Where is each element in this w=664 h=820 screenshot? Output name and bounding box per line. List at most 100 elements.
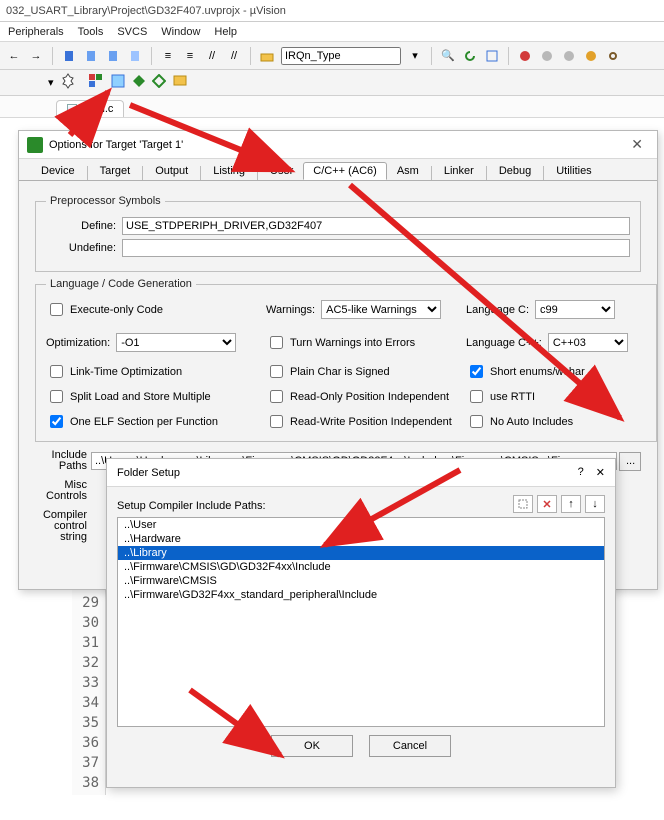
tab-linker[interactable]: Linker (434, 162, 484, 180)
config-icon[interactable] (484, 48, 500, 64)
menu-tools[interactable]: Tools (78, 26, 104, 38)
list-item[interactable]: ..\Firmware\CMSIS\GD\GD32F4xx\Include (118, 560, 604, 574)
close-icon[interactable]: ✕ (596, 466, 605, 479)
comment-icon[interactable]: // (204, 48, 220, 64)
warnings-label: Warnings: (266, 304, 315, 316)
split-load-checkbox[interactable]: Split Load and Store Multiple (46, 387, 266, 406)
bookmark-set-icon[interactable] (61, 48, 77, 64)
list-item[interactable]: ..\Library (118, 546, 604, 560)
short-enums-checkbox[interactable]: Short enums/wchar (466, 362, 646, 381)
readonly-pi-checkbox[interactable]: Read-Only Position Independent (266, 387, 466, 406)
toolbar-main: ← → ≡ ≡ // // ▾ 🔍 (0, 42, 664, 70)
help-icon[interactable]: ? (578, 466, 584, 479)
define-input[interactable] (122, 217, 630, 235)
tab-utilities[interactable]: Utilities (546, 162, 601, 180)
plain-char-checkbox[interactable]: Plain Char is Signed (266, 362, 466, 381)
rebuild-icon[interactable] (152, 74, 166, 91)
options-dialog-titlebar[interactable]: Options for Target 'Target 1' ✕ (19, 131, 657, 159)
options-red-icon[interactable] (517, 48, 533, 64)
langc-label: Language C: (466, 304, 529, 316)
toolbar-build: ▾ (0, 70, 664, 96)
bookmark-prev-icon[interactable] (105, 48, 121, 64)
refresh-icon[interactable] (462, 48, 478, 64)
file-tab-label: main.c (81, 103, 113, 115)
preprocessor-group: Preprocessor Symbols Define: Undefine: (35, 195, 641, 272)
usertti-checkbox[interactable]: use RTTI (466, 387, 646, 406)
folder-setup-title: Folder Setup (117, 467, 180, 479)
move-down-button[interactable]: ↓ (585, 495, 605, 513)
bookmark-next-icon[interactable] (83, 48, 99, 64)
folder-setup-dialog: Folder Setup ? ✕ Setup Compiler Include … (106, 458, 616, 788)
menu-peripherals[interactable]: Peripherals (8, 26, 64, 38)
target-options-icon[interactable] (60, 73, 76, 92)
compiler-string-label: Compiler control string (35, 510, 91, 543)
language-legend: Language / Code Generation (46, 278, 196, 290)
open-folder-icon[interactable] (259, 48, 275, 64)
optimization-label: Optimization: (46, 337, 110, 349)
ok-button[interactable]: OK (271, 735, 353, 757)
langcpp-label: Language C++: (466, 337, 542, 349)
uncomment-icon[interactable]: // (226, 48, 242, 64)
batch-build-icon[interactable] (172, 73, 188, 92)
delete-path-button[interactable]: ✕ (537, 495, 557, 513)
menu-svcs[interactable]: SVCS (117, 26, 147, 38)
list-item[interactable]: ..\Firmware\CMSIS (118, 574, 604, 588)
find-dropdown-icon[interactable]: ▾ (407, 48, 423, 64)
options-amber-icon[interactable] (583, 48, 599, 64)
tab-debug[interactable]: Debug (489, 162, 541, 180)
list-item[interactable]: ..\Firmware\GD32F4xx_standard_peripheral… (118, 588, 604, 602)
manage-books-icon[interactable] (110, 73, 126, 92)
file-tab-main[interactable]: main.c (56, 100, 124, 117)
tab-asm[interactable]: Asm (387, 162, 429, 180)
optimization-select[interactable]: -O1 (116, 333, 236, 352)
window-title: 032_USART_Library\Project\GD32F407.uvpro… (0, 0, 664, 22)
langcpp-select[interactable]: C++03 (548, 333, 628, 352)
folder-setup-titlebar[interactable]: Folder Setup ? ✕ (107, 459, 615, 487)
find-type-combo[interactable] (281, 47, 401, 65)
tab-device[interactable]: Device (31, 162, 85, 180)
multi-project-icon[interactable] (88, 73, 104, 92)
move-up-button[interactable]: ↑ (561, 495, 581, 513)
editor-tabstrip: main.c (0, 96, 664, 118)
menubar[interactable]: Peripherals Tools SVCS Window Help (0, 22, 664, 42)
options-tabs: Device Target Output Listing User C/C++ … (19, 159, 657, 181)
one-elf-checkbox[interactable]: One ELF Section per Function (46, 412, 266, 431)
cancel-button[interactable]: Cancel (369, 735, 451, 757)
list-item[interactable]: ..\Hardware (118, 532, 604, 546)
tab-output[interactable]: Output (145, 162, 198, 180)
menu-help[interactable]: Help (214, 26, 237, 38)
warnings-select[interactable]: AC5-like Warnings (321, 300, 441, 319)
undefine-label: Undefine: (46, 242, 116, 254)
indent-left-icon[interactable]: ≡ (160, 48, 176, 64)
options-gear-icon[interactable] (605, 48, 621, 64)
list-item[interactable]: ..\User (118, 518, 604, 532)
options-gray2-icon[interactable] (561, 48, 577, 64)
close-icon[interactable]: ✕ (625, 136, 649, 153)
tab-listing[interactable]: Listing (203, 162, 255, 180)
define-label: Define: (46, 220, 116, 232)
langc-select[interactable]: c99 (535, 300, 615, 319)
menu-window[interactable]: Window (161, 26, 200, 38)
new-path-button[interactable] (513, 495, 533, 513)
nav-back-icon[interactable]: ← (6, 48, 22, 64)
nav-fwd-icon[interactable]: → (28, 48, 44, 64)
tab-target[interactable]: Target (90, 162, 141, 180)
tab-cpp[interactable]: C/C++ (AC6) (303, 162, 387, 180)
bookmark-clear-icon[interactable] (127, 48, 143, 64)
readwrite-pi-checkbox[interactable]: Read-Write Position Independent (266, 412, 466, 431)
folder-list[interactable]: ..\User ..\Hardware ..\Library ..\Firmwa… (117, 517, 605, 727)
undefine-input[interactable] (122, 239, 630, 257)
options-gray-icon[interactable] (539, 48, 555, 64)
indent-right-icon[interactable]: ≡ (182, 48, 198, 64)
file-icon (67, 104, 77, 114)
warnings-errors-checkbox[interactable]: Turn Warnings into Errors (266, 329, 466, 356)
preprocessor-legend: Preprocessor Symbols (46, 195, 165, 207)
target-dropdown-icon[interactable]: ▾ (48, 76, 54, 89)
lto-checkbox[interactable]: Link-Time Optimization (46, 362, 266, 381)
include-paths-browse-button[interactable]: ... (619, 452, 641, 471)
exec-only-checkbox[interactable]: Execute-only Code (46, 296, 266, 323)
noauto-includes-checkbox[interactable]: No Auto Includes (466, 412, 646, 431)
build-icon[interactable] (132, 74, 146, 91)
find-icon[interactable]: 🔍 (440, 48, 456, 64)
tab-user[interactable]: User (260, 162, 303, 180)
